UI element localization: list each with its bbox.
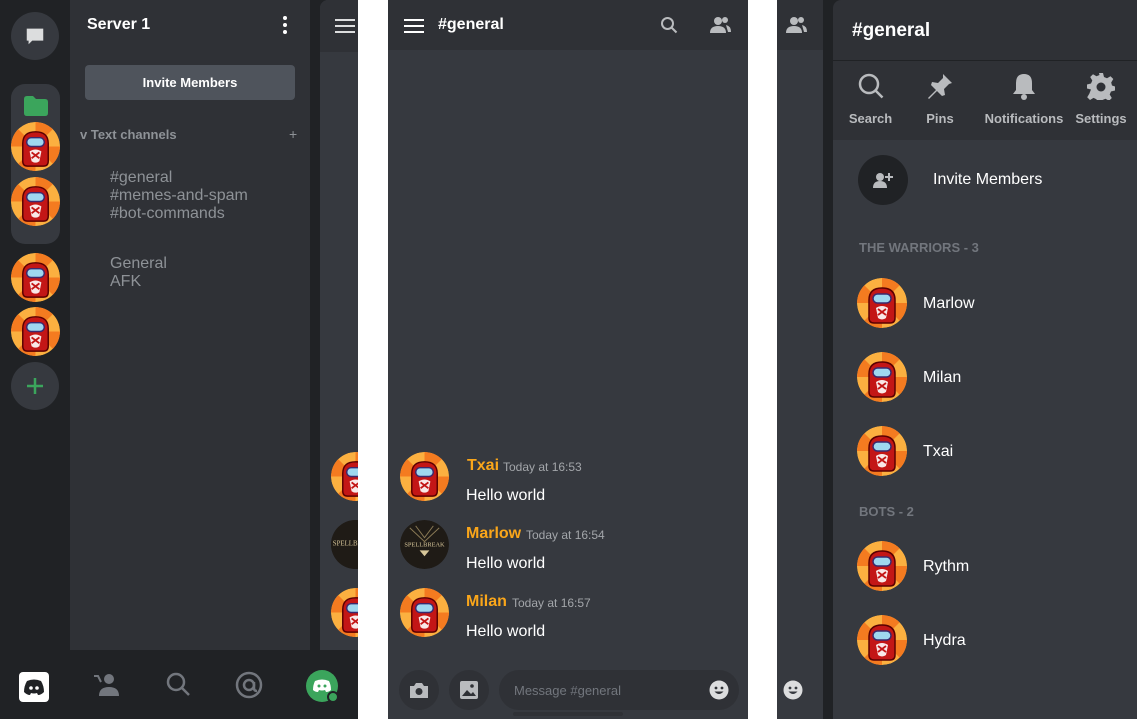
invite-members-label[interactable]: Invite Members xyxy=(933,171,1042,189)
member-name[interactable]: Rythm xyxy=(923,558,969,576)
server-avatar[interactable] xyxy=(11,177,60,226)
member-avatar[interactable] xyxy=(857,615,907,665)
member-name[interactable]: Txai xyxy=(923,443,953,461)
voice-channel-item[interactable]: AFK xyxy=(110,273,141,291)
message-text: Hello world xyxy=(466,555,546,572)
server-avatar[interactable] xyxy=(11,122,60,171)
member-section-label: BOTS - 2 xyxy=(859,504,914,519)
add-server-button[interactable] xyxy=(11,362,59,410)
channel-title: #general xyxy=(438,16,504,33)
invite-members-button[interactable] xyxy=(858,155,908,205)
member-name[interactable]: Milan xyxy=(923,369,961,387)
message-avatar[interactable] xyxy=(400,588,449,637)
channel-item[interactable]: #general xyxy=(110,169,172,187)
emoji-icon[interactable] xyxy=(783,680,803,700)
search-icon[interactable] xyxy=(660,16,678,34)
invite-members-button[interactable]: Invite Members xyxy=(85,65,295,100)
message-text: Hello world xyxy=(466,623,546,640)
member-avatar[interactable] xyxy=(857,278,907,328)
gallery-button[interactable] xyxy=(449,670,489,710)
message-timestamp: Today at 16:53 xyxy=(503,460,582,474)
chat-panel: #general Txai Today at 16:53 Hello world… xyxy=(388,0,748,719)
pins-action[interactable]: Pins xyxy=(920,72,960,126)
member-avatar[interactable] xyxy=(857,352,907,402)
add-channel-button[interactable]: + xyxy=(289,126,297,142)
channel-title: #general xyxy=(852,20,931,41)
text-channels-category[interactable]: v Text channels xyxy=(80,127,177,142)
message-avatar[interactable] xyxy=(400,452,449,501)
chat-bubble-icon xyxy=(26,28,44,45)
gear-icon xyxy=(1087,73,1115,104)
image-icon xyxy=(460,681,478,699)
member-name[interactable]: Marlow xyxy=(923,295,975,313)
message-text: Hello world xyxy=(466,487,546,504)
message-input[interactable] xyxy=(514,680,694,700)
member-name[interactable]: Hydra xyxy=(923,632,966,650)
discord-home-icon[interactable] xyxy=(19,672,49,702)
mentions-icon[interactable] xyxy=(234,670,264,700)
emoji-icon[interactable] xyxy=(709,680,729,700)
message-timestamp: Today at 16:54 xyxy=(526,528,605,542)
server-name[interactable]: Server 1 xyxy=(87,16,150,34)
message-author[interactable]: Milan xyxy=(466,593,507,611)
divider xyxy=(833,60,1137,61)
add-user-icon xyxy=(873,173,893,188)
channel-list-panel: Server 1 Invite Members v Text channels … xyxy=(70,0,310,650)
folder-icon[interactable] xyxy=(24,96,48,116)
svg-text:SPELLBREAK: SPELLBREAK xyxy=(404,541,445,548)
voice-channel-item[interactable]: General xyxy=(110,255,167,273)
member-avatar[interactable] xyxy=(857,541,907,591)
channel-item[interactable]: #bot-commands xyxy=(110,205,225,223)
members-icon[interactable] xyxy=(785,15,807,35)
message-author[interactable]: Marlow xyxy=(466,525,521,543)
chat-preview xyxy=(777,0,823,719)
plus-icon xyxy=(27,378,43,394)
user-avatar[interactable] xyxy=(306,670,339,703)
member-section-label: THE WARRIORS - 3 xyxy=(859,240,979,255)
camera-icon xyxy=(410,683,428,698)
message-author[interactable]: Txai xyxy=(467,457,499,475)
channel-drawer: #general Search Pins Notifications Setti… xyxy=(833,0,1137,719)
notifications-action[interactable]: Notifications xyxy=(977,72,1071,126)
search-icon[interactable] xyxy=(164,670,192,698)
channel-info-panel: #general Search Pins Notifications Setti… xyxy=(777,0,1137,719)
server-panel: Server 1 Invite Members v Text channels … xyxy=(0,0,358,719)
camera-button[interactable] xyxy=(399,670,439,710)
server-avatar[interactable] xyxy=(11,307,60,356)
hamburger-icon[interactable] xyxy=(335,18,355,34)
pin-icon xyxy=(928,74,952,99)
message-timestamp: Today at 16:57 xyxy=(512,596,591,610)
search-icon xyxy=(858,73,883,99)
members-icon[interactable] xyxy=(709,15,731,35)
scroll-handle xyxy=(513,712,623,716)
channel-item[interactable]: #memes-and-spam xyxy=(110,187,248,205)
message-avatar[interactable]: SPELLBREAK xyxy=(400,520,449,569)
svg-text:SPELLBREAK: SPELLBREAK xyxy=(333,540,358,547)
member-avatar[interactable] xyxy=(857,426,907,476)
message-input-box[interactable] xyxy=(499,670,739,710)
friends-icon[interactable] xyxy=(92,670,122,700)
online-status-indicator xyxy=(327,691,339,703)
hamburger-icon[interactable] xyxy=(404,18,424,34)
settings-action[interactable]: Settings xyxy=(1072,72,1130,126)
direct-messages-button[interactable] xyxy=(11,12,59,60)
search-action[interactable]: Search xyxy=(848,72,893,126)
bell-icon xyxy=(1013,74,1035,100)
server-avatar[interactable] xyxy=(11,253,60,302)
kebab-menu-icon[interactable] xyxy=(278,14,292,36)
